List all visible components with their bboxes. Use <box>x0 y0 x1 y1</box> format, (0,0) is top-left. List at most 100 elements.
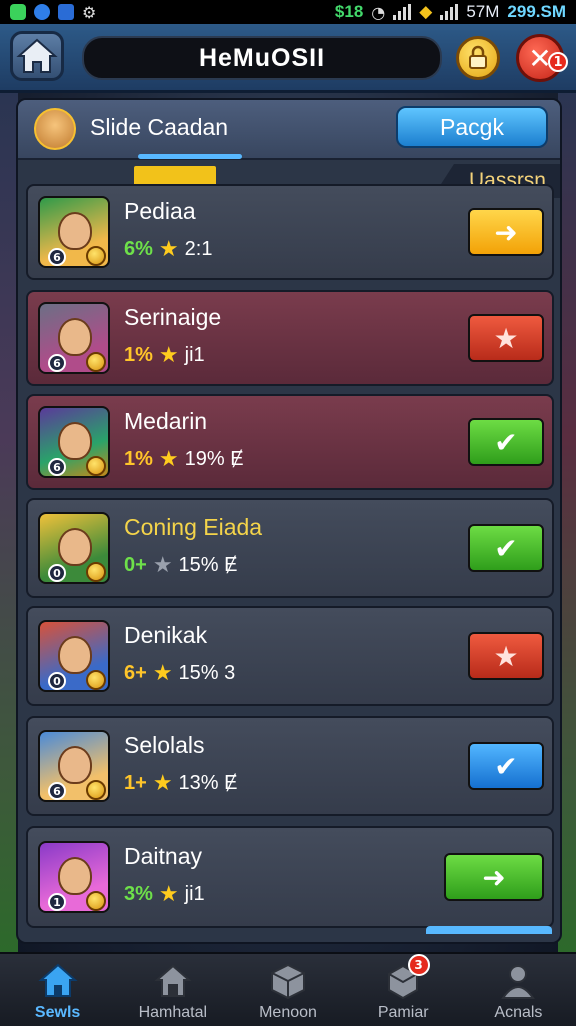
player-stat-primary: 6% <box>124 237 153 260</box>
home-icon <box>37 962 78 1000</box>
level-badge: 0 <box>48 672 66 690</box>
level-badge: 6 <box>48 458 66 476</box>
arrow-icon: ➜ <box>482 860 506 894</box>
nav-tab[interactable]: Menoon <box>230 954 345 1026</box>
player-stats: 6% ★ 2:1 <box>124 236 212 262</box>
player-portrait <box>58 422 92 460</box>
user-icon <box>498 962 538 1000</box>
player-row[interactable]: 6 Pediaa 6% ★ 2:1 ➜ <box>26 184 554 280</box>
bottom-nav: Sewls Hamhatal Menoon Pamiar 3 Acnals <box>0 952 576 1026</box>
player-stat-secondary: 13% Ɇ <box>178 771 238 794</box>
home-button[interactable] <box>10 31 64 81</box>
nav-label: Menoon <box>259 1004 317 1021</box>
player-stat-secondary: ji1 <box>184 882 205 905</box>
player-stats: 1+ ★ 13% Ɇ <box>124 770 237 796</box>
player-stat-primary: 0+ <box>124 553 147 576</box>
close-badge: 1 <box>548 52 568 72</box>
check-icon: ✔ <box>494 531 518 565</box>
home-icon <box>16 38 58 73</box>
arrow-icon: ➜ <box>494 215 518 249</box>
level-badge: 6 <box>48 354 66 372</box>
check-button[interactable]: ✔ <box>468 524 544 572</box>
nav-label: Sewls <box>34 1004 81 1021</box>
player-row[interactable]: 1 Daitnay 3% ★ ji1 ➜ <box>26 826 554 928</box>
player-avatar: 6 <box>38 196 110 268</box>
player-stat-secondary: 2:1 <box>184 237 213 260</box>
level-badge: 6 <box>48 782 66 800</box>
player-stat-primary: 1% <box>124 343 153 366</box>
player-row[interactable]: 6 Selolals 1+ ★ 13% Ɇ ✔ <box>26 716 554 816</box>
player-portrait <box>58 528 92 566</box>
cube-icon <box>268 962 308 1000</box>
signal-icon <box>393 4 412 20</box>
star-button[interactable]: ★ <box>468 632 544 680</box>
player-row[interactable]: 0 Denikak 6+ ★ 15% 3 ★ <box>26 606 554 706</box>
player-avatar: 1 <box>38 841 110 913</box>
player-name: Serinaige <box>124 304 222 330</box>
data-speed: $18 <box>334 2 364 21</box>
player-portrait <box>58 857 92 895</box>
player-stats: 1% ★ 19% Ɇ <box>124 446 244 472</box>
level-badge: 1 <box>48 893 66 911</box>
panel-action-button[interactable]: Pacgk <box>396 106 548 148</box>
check-icon: ✔ <box>494 749 518 783</box>
coin-icon <box>86 780 106 800</box>
top-header: HeMuOSII ✕ 1 <box>0 24 576 93</box>
player-stats: 1% ★ ji1 <box>124 342 205 368</box>
scroll-indicator[interactable] <box>426 926 552 934</box>
status-left-icons: ⚙ <box>10 3 96 22</box>
page-title: HeMuOSII <box>82 36 442 80</box>
title-underline <box>138 154 242 159</box>
status-right: $18 ◔ ◆ 57M 299.SM <box>335 2 566 22</box>
signal-icon-2 <box>440 4 459 20</box>
gem-icon: ◆ <box>419 2 433 22</box>
status-bar: ⚙ $18 ◔ ◆ 57M 299.SM <box>0 0 576 24</box>
player-name: Coning Eiada <box>124 514 263 540</box>
player-name: Medarin <box>124 408 208 434</box>
star-icon: ★ <box>158 446 179 471</box>
nav-tab[interactable]: Pamiar 3 <box>346 954 461 1026</box>
star-icon: ★ <box>493 321 519 355</box>
player-stat-primary: 3% <box>124 882 153 905</box>
house-icon <box>153 962 193 1000</box>
player-avatar: 0 <box>38 620 110 692</box>
settings-icon: ⚙ <box>82 2 97 22</box>
star-button[interactable]: ★ <box>468 314 544 362</box>
player-row[interactable]: 0 Coning Eiada 0+ ★ 15% Ɇ ✔ <box>26 498 554 598</box>
notification-icon <box>34 4 50 20</box>
coin-icon <box>86 670 106 690</box>
player-row[interactable]: 6 Medarin 1% ★ 19% Ɇ ✔ <box>26 394 554 490</box>
check-button[interactable]: ✔ <box>468 742 544 790</box>
bluetooth-icon <box>58 4 74 20</box>
player-avatar: 0 <box>38 512 110 584</box>
player-portrait <box>58 746 92 784</box>
panel-title: Slide Caadan <box>90 114 229 140</box>
nav-tab[interactable]: Sewls <box>0 954 115 1026</box>
star-icon: ★ <box>152 552 173 577</box>
nav-tab[interactable]: Acnals <box>461 954 576 1026</box>
main-panel: Slide Caadan Pacgk Uassrsn 6 Pediaa 6% ★ 2:1… <box>16 98 562 944</box>
player-stat-secondary: 15% 3 <box>178 661 236 684</box>
player-portrait <box>58 212 92 250</box>
nav-label: Pamiar <box>377 1004 429 1021</box>
coin-icon <box>86 562 106 582</box>
nav-label: Hamhatal <box>138 1004 208 1021</box>
star-icon: ★ <box>152 770 173 795</box>
nav-tab[interactable]: Hamhatal <box>115 954 230 1026</box>
panel-header: Slide Caadan Pacgk <box>18 100 560 160</box>
player-stat-primary: 1+ <box>124 771 147 794</box>
player-stat-secondary: ji1 <box>184 343 205 366</box>
lock-icon <box>469 45 487 69</box>
arrow-button[interactable]: ➜ <box>444 853 544 901</box>
lock-button[interactable] <box>456 36 500 80</box>
player-avatar: 6 <box>38 730 110 802</box>
coin-icon <box>86 891 106 911</box>
app-icon <box>10 4 26 20</box>
battery-label: 57M <box>466 2 500 21</box>
player-name: Daitnay <box>124 843 202 869</box>
arrow-button[interactable]: ➜ <box>468 208 544 256</box>
wifi-icon: ◔ <box>371 2 386 22</box>
player-name: Denikak <box>124 622 208 648</box>
check-button[interactable]: ✔ <box>468 418 544 466</box>
player-row[interactable]: 6 Serinaige 1% ★ ji1 ★ <box>26 290 554 386</box>
